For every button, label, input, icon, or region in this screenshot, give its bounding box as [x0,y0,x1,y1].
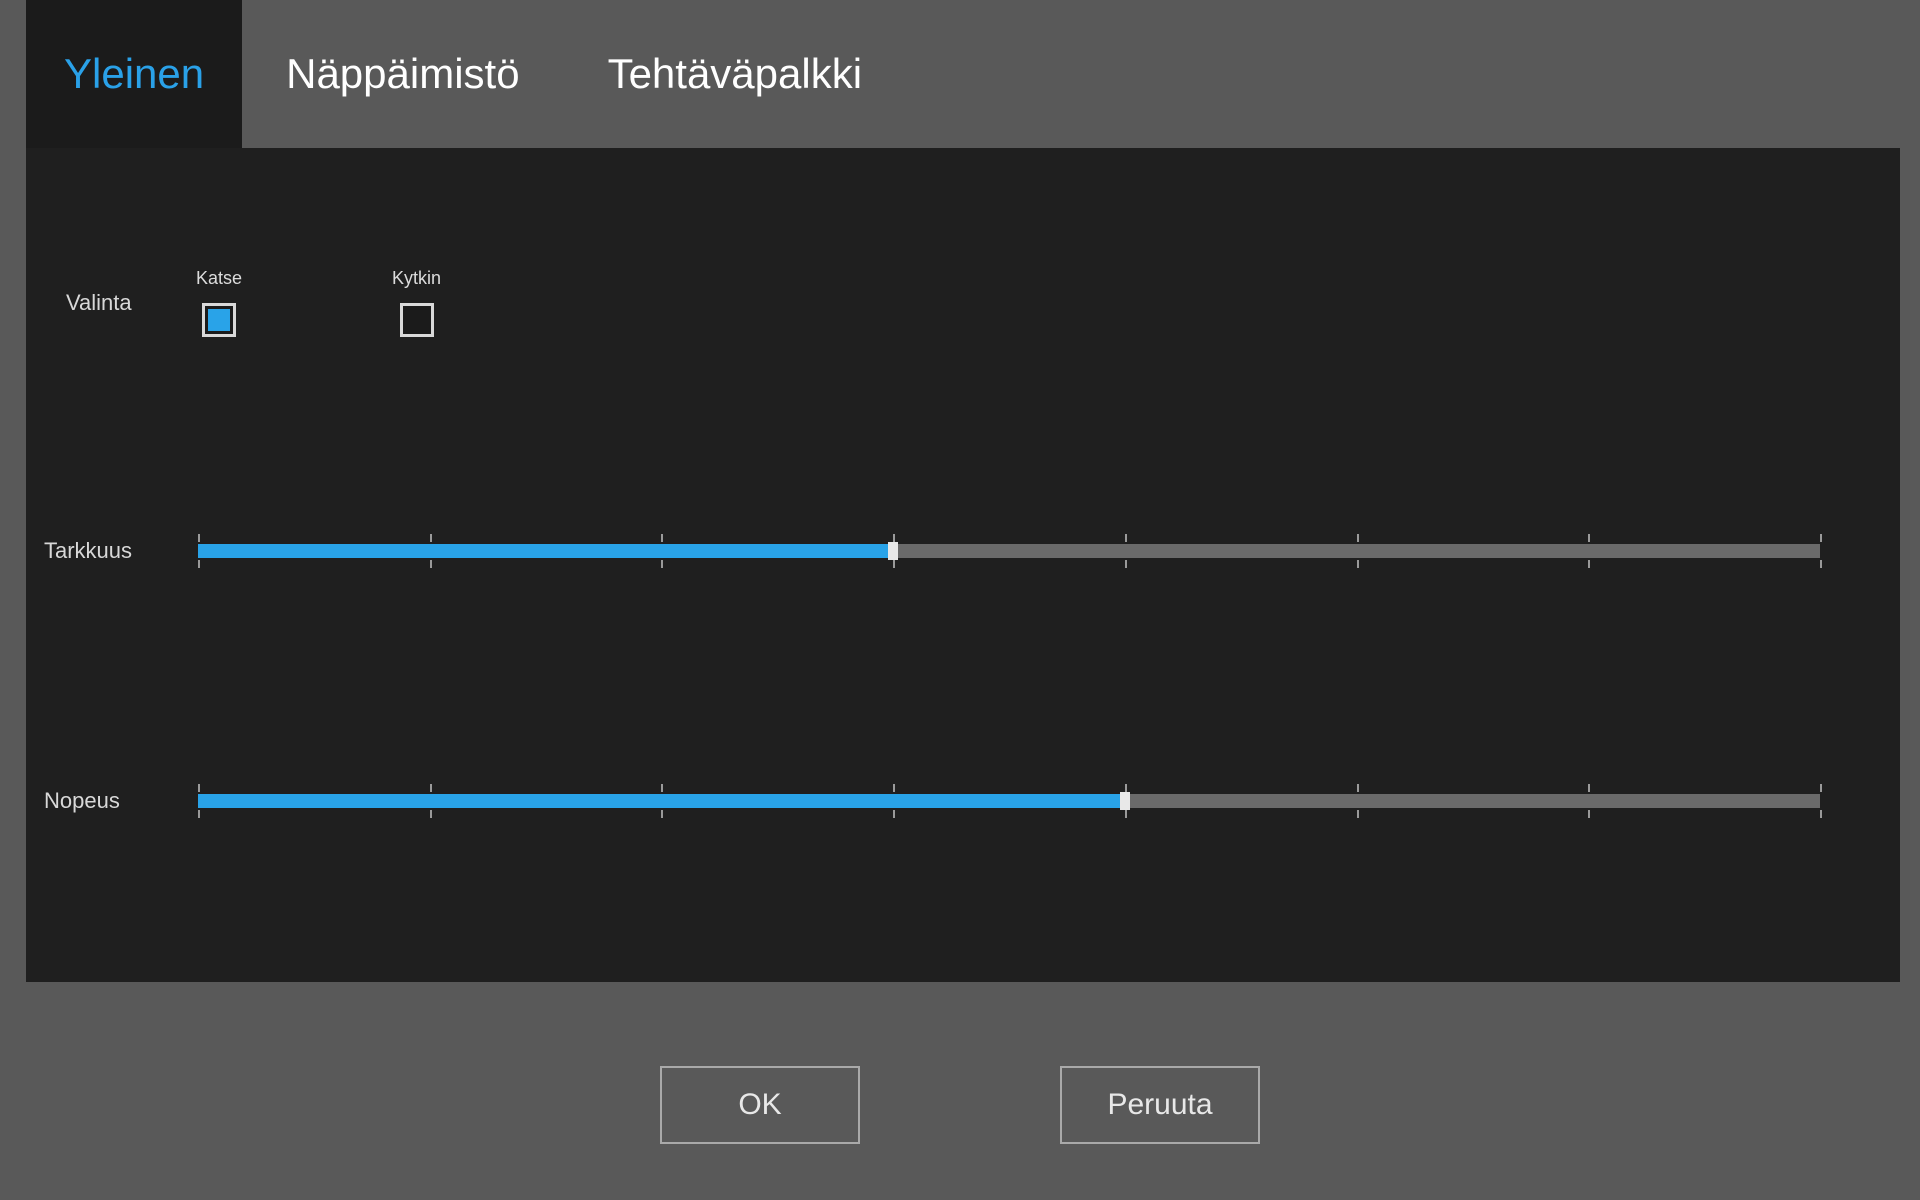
tab-taskbar[interactable]: Tehtäväpalkki [564,0,906,148]
slider-tick [430,784,432,792]
slider-tick [1588,810,1590,818]
ok-button[interactable]: OK [660,1066,860,1144]
slider-tick [1588,560,1590,568]
slider-tick [198,810,200,818]
tab-keyboard[interactable]: Näppäimistö [242,0,563,148]
slider-tick [430,534,432,542]
selection-option-gaze-label: Katse [196,268,242,289]
slider-thumb[interactable] [888,542,898,560]
slider-tick [1125,534,1127,542]
slider-tick [661,810,663,818]
selection-checkbox-switch[interactable] [400,303,434,337]
slider-tick [198,560,200,568]
slider-tick [1357,560,1359,568]
tab-general[interactable]: Yleinen [26,0,242,148]
slider-tick [1820,810,1822,818]
slider-tick [1820,784,1822,792]
speed-label: Nopeus [44,788,198,814]
selection-row: Valinta Katse Kytkin [66,268,591,337]
slider-tick [1125,810,1127,818]
cancel-button[interactable]: Peruuta [1060,1066,1260,1144]
slider-fill [198,794,1125,808]
slider-tick [1588,534,1590,542]
settings-panel: Valinta Katse Kytkin Tarkkuus [26,148,1900,982]
selection-option-gaze: Katse [196,268,242,337]
slider-tick [661,560,663,568]
slider-tick [661,784,663,792]
selection-checkbox-gaze[interactable] [202,303,236,337]
slider-tick [1820,560,1822,568]
slider-tick [430,560,432,568]
precision-label: Tarkkuus [44,538,198,564]
slider-tick [1588,784,1590,792]
slider-tick [198,784,200,792]
slider-thumb[interactable] [1120,792,1130,810]
tabstrip-lead-spacer [0,0,26,148]
slider-fill [198,544,893,558]
selection-option-switch-label: Kytkin [392,268,441,289]
slider-tick [661,534,663,542]
slider-tick [430,810,432,818]
slider-tick [1125,784,1127,792]
checkbox-fill-icon [208,309,230,331]
slider-tick [1820,534,1822,542]
slider-tick [198,534,200,542]
slider-tick [1125,560,1127,568]
slider-tick [893,784,895,792]
dialog-footer: OK Peruuta [0,1066,1920,1144]
selection-option-switch: Kytkin [392,268,441,337]
slider-tick [1357,784,1359,792]
ok-button-label: OK [738,1088,781,1122]
tab-taskbar-label: Tehtäväpalkki [608,50,862,98]
tab-strip: Yleinen Näppäimistö Tehtäväpalkki [0,0,1920,148]
slider-tick [893,560,895,568]
slider-tick [1357,810,1359,818]
slider-tick [1357,534,1359,542]
selection-label: Valinta [66,290,196,316]
precision-row: Tarkkuus [44,538,1820,564]
slider-tick [893,810,895,818]
speed-slider[interactable] [198,794,1820,808]
tab-general-label: Yleinen [64,50,204,98]
tab-keyboard-label: Näppäimistö [286,50,519,98]
cancel-button-label: Peruuta [1107,1088,1212,1122]
precision-slider[interactable] [198,544,1820,558]
speed-row: Nopeus [44,788,1820,814]
slider-tick [893,534,895,542]
